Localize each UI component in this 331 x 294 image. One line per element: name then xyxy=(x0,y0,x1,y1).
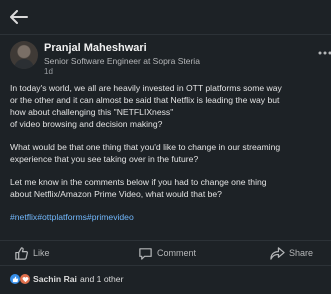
hashtag-link[interactable]: #netflix xyxy=(10,212,37,222)
post-paragraph: In today's world, we all are heavily inv… xyxy=(10,83,282,129)
comment-icon xyxy=(139,247,152,260)
share-button[interactable]: Share xyxy=(270,245,313,261)
like-reaction-icon xyxy=(10,274,20,284)
post-header: Pranjal Maheshwari Senior Software Engin… xyxy=(10,41,331,77)
hashtag-list: #netflix#ottplatforms#primevideo xyxy=(10,212,324,224)
post-paragraph: What would be that one thing that you'd … xyxy=(10,141,281,164)
comment-label: Comment xyxy=(157,248,197,258)
post-time: 1d xyxy=(44,67,53,76)
post-body: In today's world, we all are heavily inv… xyxy=(10,83,324,224)
top-navigation-bar xyxy=(0,0,331,35)
hashtag-link[interactable]: #primevideo xyxy=(87,212,134,222)
ellipsis-icon xyxy=(318,51,331,55)
author-headline: Senior Software Engineer at Sopra Steria xyxy=(44,56,200,66)
comment-button[interactable]: Comment xyxy=(138,245,196,261)
like-button[interactable]: Like xyxy=(14,245,50,261)
back-button[interactable] xyxy=(8,6,30,28)
reaction-count-text: and 1 other xyxy=(79,274,124,284)
like-label: Like xyxy=(33,248,50,258)
post-paragraph: Let me know in the comments below if you… xyxy=(10,176,267,199)
reactor-name: Sachin Rai xyxy=(33,274,77,284)
heart-reaction-icon xyxy=(20,274,30,284)
share-icon xyxy=(270,246,285,260)
hashtag-link[interactable]: #ottplatforms xyxy=(37,212,87,222)
avatar[interactable] xyxy=(10,41,38,69)
thumbs-up-icon xyxy=(15,246,28,260)
post-actions: Like Comment Share xyxy=(0,240,331,266)
arrow-left-icon xyxy=(10,10,28,24)
reactions-summary[interactable]: Sachin Rai and 1 other xyxy=(10,271,123,287)
share-label: Share xyxy=(289,248,314,258)
more-options-button[interactable] xyxy=(316,45,331,61)
author-name[interactable]: Pranjal Maheshwari xyxy=(44,42,147,54)
